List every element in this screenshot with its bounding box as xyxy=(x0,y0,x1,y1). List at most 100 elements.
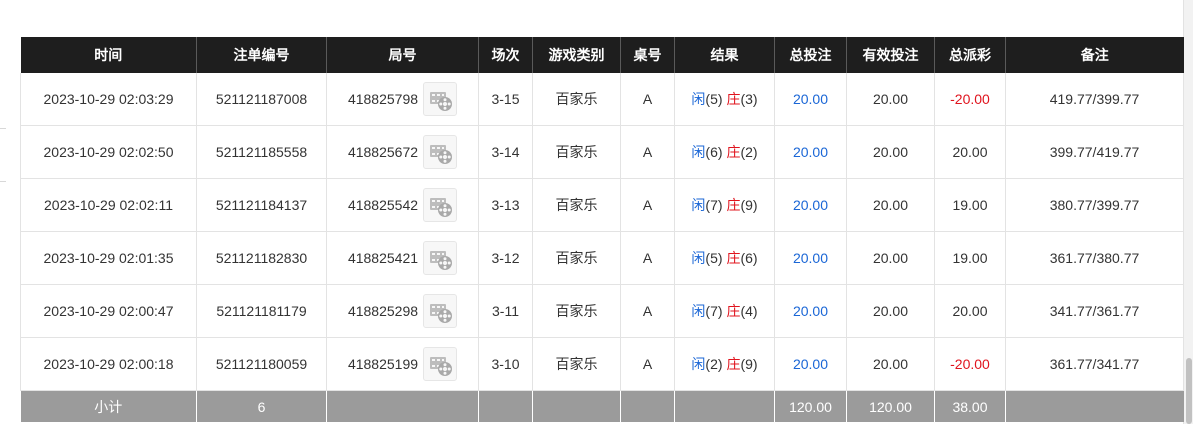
table-row: 2023-10-29 02:00:18 521121180059 418825199… xyxy=(20,337,1184,391)
result-player-score: (2) xyxy=(705,356,723,372)
result-banker-label: 庄 xyxy=(726,197,741,213)
subtotal-empty xyxy=(532,390,621,422)
cell-remark: 361.77/380.77 xyxy=(1005,231,1184,285)
cell-session: 3-13 xyxy=(478,178,533,232)
table-row: 2023-10-29 02:01:35 521121182830 418825421… xyxy=(20,231,1184,285)
cell-bet-id: 521121185558 xyxy=(196,125,327,179)
cell-session: 3-10 xyxy=(478,337,533,391)
cell-bet-id: 521121181179 xyxy=(196,284,327,338)
cell-total-bet: 20.00 xyxy=(774,231,847,285)
result-player-label: 闲 xyxy=(691,197,706,213)
round-number: 418825298 xyxy=(347,303,419,319)
result-player-label: 闲 xyxy=(691,144,706,160)
table-row: 2023-10-29 02:02:11 521121184137 418825542… xyxy=(20,178,1184,232)
cell-valid-bet: 20.00 xyxy=(846,231,935,285)
cell-result: 闲(2) 庄(9) xyxy=(674,337,775,391)
cell-round: 418825298 xyxy=(326,284,479,338)
result-player-score: (6) xyxy=(705,144,723,160)
cell-game-type: 百家乐 xyxy=(532,231,621,285)
bet-records-table: 时间 注单编号 局号 场次 游戏类别 桌号 结果 总投注 有效投注 总派彩 备注 2023-10-2… xyxy=(20,37,1184,422)
cell-bet-id: 521121180059 xyxy=(196,337,327,391)
cell-total-bet: 20.00 xyxy=(774,178,847,232)
result-banker-score: (9) xyxy=(740,197,758,213)
cell-game-type: 百家乐 xyxy=(532,73,621,126)
cell-table-no: A xyxy=(620,125,675,179)
cell-table-no: A xyxy=(620,284,675,338)
cell-table-no: A xyxy=(620,73,675,126)
cell-bet-id: 521121182830 xyxy=(196,231,327,285)
cell-bet-id: 521121187008 xyxy=(196,73,327,126)
cell-result: 闲(7) 庄(9) xyxy=(674,178,775,232)
cell-remark: 341.77/361.77 xyxy=(1005,284,1184,338)
background-page-left xyxy=(0,0,20,424)
cell-valid-bet: 20.00 xyxy=(846,337,935,391)
result-player-label: 闲 xyxy=(691,356,706,372)
cell-total-bet: 20.00 xyxy=(774,125,847,179)
cell-total-bet: 20.00 xyxy=(774,337,847,391)
result-banker-score: (3) xyxy=(740,91,758,107)
column-header: 时间 xyxy=(20,37,197,73)
table-row: 2023-10-29 02:02:50 521121185558 418825672… xyxy=(20,125,1184,179)
cell-session: 3-12 xyxy=(478,231,533,285)
modal-top-area xyxy=(0,0,1183,37)
cell-remark: 361.77/341.77 xyxy=(1005,337,1184,391)
cell-time: 2023-10-29 02:02:11 xyxy=(20,178,197,232)
replay-video-button[interactable] xyxy=(423,294,458,328)
subtotal-row: 小计 6 120.00 120.00 38.00 xyxy=(20,390,1184,422)
result-banker-label: 庄 xyxy=(726,250,741,266)
subtotal-label: 小计 xyxy=(20,390,197,422)
cell-total-bet: 20.00 xyxy=(774,284,847,338)
result-banker-label: 庄 xyxy=(726,91,741,107)
result-banker-score: (6) xyxy=(740,250,758,266)
result-player-score: (5) xyxy=(705,250,723,266)
replay-video-button[interactable] xyxy=(423,82,458,116)
scrollbar-track[interactable] xyxy=(1183,0,1193,424)
result-banker-score: (2) xyxy=(740,144,758,160)
cell-remark: 419.77/399.77 xyxy=(1005,73,1184,126)
subtotal-valid-bet: 120.00 xyxy=(846,390,935,422)
table-body: 2023-10-29 02:03:29 521121187008 418825798… xyxy=(20,73,1184,391)
scrollbar-thumb[interactable] xyxy=(1186,358,1192,424)
cell-remark: 399.77/419.77 xyxy=(1005,125,1184,179)
column-header: 结果 xyxy=(674,37,775,73)
cell-round: 418825199 xyxy=(326,337,479,391)
table-header-row: 时间 注单编号 局号 场次 游戏类别 桌号 结果 总投注 有效投注 总派彩 备注 xyxy=(20,37,1184,73)
cell-valid-bet: 20.00 xyxy=(846,73,935,126)
cell-result: 闲(7) 庄(4) xyxy=(674,284,775,338)
column-header: 总派彩 xyxy=(934,37,1006,73)
cell-round: 418825421 xyxy=(326,231,479,285)
result-player-label: 闲 xyxy=(691,250,706,266)
subtotal-payout: 38.00 xyxy=(934,390,1006,422)
result-banker-score: (4) xyxy=(740,303,758,319)
cell-round: 418825798 xyxy=(326,73,479,126)
result-banker-label: 庄 xyxy=(726,356,741,372)
cell-payout: -20.00 xyxy=(934,73,1006,126)
cell-time: 2023-10-29 02:01:35 xyxy=(20,231,197,285)
cell-table-no: A xyxy=(620,231,675,285)
round-number: 418825421 xyxy=(347,250,419,266)
result-banker-label: 庄 xyxy=(726,144,741,160)
cell-game-type: 百家乐 xyxy=(532,178,621,232)
result-player-score: (5) xyxy=(705,91,723,107)
column-header: 场次 xyxy=(478,37,533,73)
cell-remark: 380.77/399.77 xyxy=(1005,178,1184,232)
subtotal-empty xyxy=(674,390,775,422)
table-row: 2023-10-29 02:00:47 521121181179 418825298… xyxy=(20,284,1184,338)
subtotal-empty xyxy=(478,390,533,422)
result-player-score: (7) xyxy=(705,197,723,213)
cell-bet-id: 521121184137 xyxy=(196,178,327,232)
column-header: 注单编号 xyxy=(196,37,327,73)
replay-video-button[interactable] xyxy=(423,241,458,275)
cell-time: 2023-10-29 02:00:47 xyxy=(20,284,197,338)
replay-video-button[interactable] xyxy=(423,188,458,222)
result-player-score: (7) xyxy=(705,303,723,319)
cell-result: 闲(5) 庄(6) xyxy=(674,231,775,285)
cell-total-bet: 20.00 xyxy=(774,73,847,126)
subtotal-empty xyxy=(1005,390,1184,422)
cell-time: 2023-10-29 02:02:50 xyxy=(20,125,197,179)
column-header: 局号 xyxy=(326,37,479,73)
round-number: 418825199 xyxy=(347,356,419,372)
replay-video-button[interactable] xyxy=(423,135,458,169)
cell-result: 闲(5) 庄(3) xyxy=(674,73,775,126)
replay-video-button[interactable] xyxy=(423,347,458,381)
